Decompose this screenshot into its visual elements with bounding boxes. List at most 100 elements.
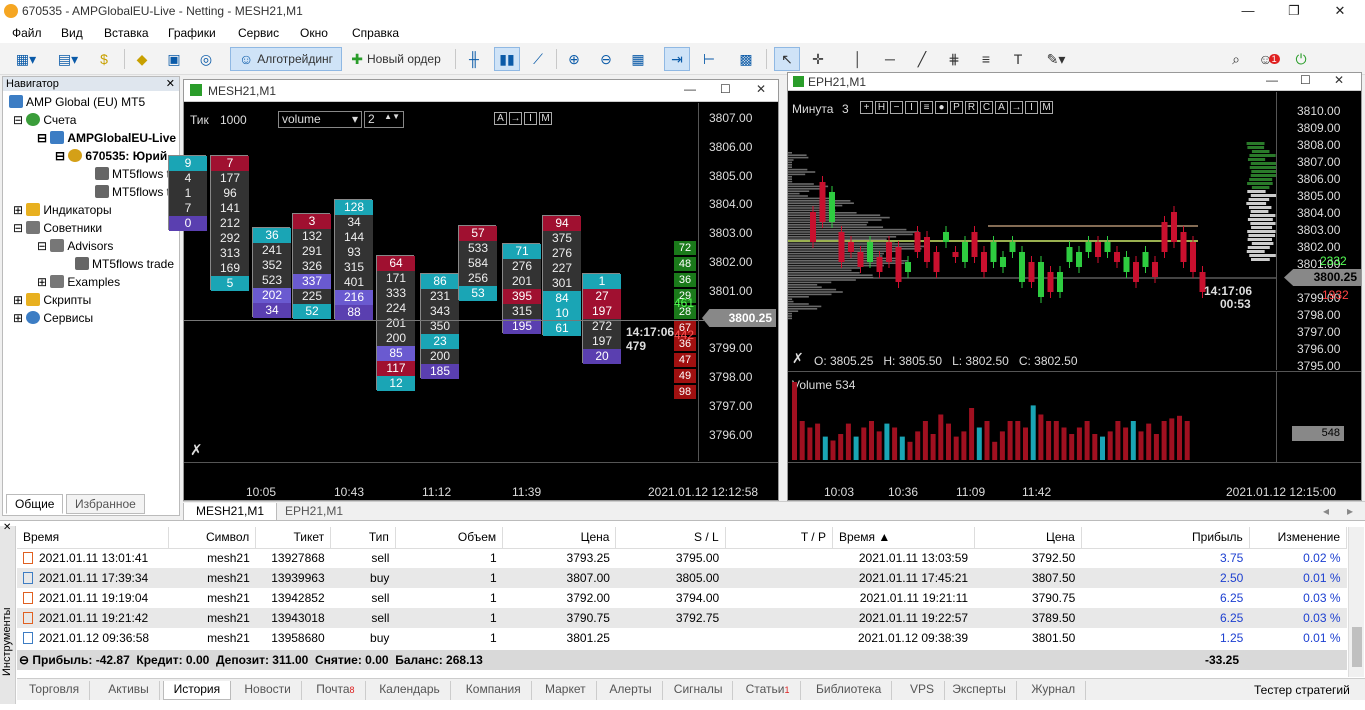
table-row[interactable]: 2021.01.11 17:39:34 mesh21 13939963 buy 1 380… bbox=[17, 568, 1347, 588]
bar-chart-button[interactable]: ╫ bbox=[462, 47, 486, 71]
scroll-left-icon[interactable]: ◂ bbox=[1323, 504, 1329, 518]
column-header[interactable]: Время ▲ bbox=[832, 527, 974, 548]
mode-select[interactable]: volume ▾ bbox=[278, 111, 362, 128]
tools-icon[interactable]: ✗ bbox=[792, 350, 804, 367]
menu-insert[interactable]: Вставка bbox=[104, 26, 149, 40]
navigator-close-icon[interactable]: ✕ bbox=[166, 77, 175, 91]
chart-minimize-button[interactable]: — bbox=[1266, 73, 1278, 87]
autoscroll-button[interactable]: ⇥ bbox=[664, 47, 690, 71]
tab-3[interactable]: Новости bbox=[234, 681, 301, 700]
chart-tool-button[interactable]: → bbox=[509, 112, 522, 125]
collapse-icon[interactable]: ⊖ bbox=[19, 653, 32, 667]
toolbox-close-icon[interactable]: ✕ bbox=[3, 522, 11, 533]
menu-help[interactable]: Справка bbox=[352, 26, 399, 40]
column-header[interactable]: Тип bbox=[331, 527, 396, 548]
chart-area[interactable]: Минута 3 + H − I ≡ ● P R C A → I M 14:17:06 00:53 ✗ … bbox=[788, 92, 1361, 370]
nav-item-services[interactable]: ⊞ Сервисы bbox=[13, 311, 93, 325]
cluster-column[interactable]: 94170 bbox=[168, 155, 206, 230]
strategy-tester-button[interactable]: Тестер стратегий bbox=[1254, 683, 1350, 697]
nav-item-examples[interactable]: ⊞ Examples bbox=[37, 275, 120, 289]
column-header[interactable]: T / P bbox=[725, 527, 832, 548]
table-row[interactable]: 2021.01.12 09:36:58 mesh21 13958680 buy 1 380… bbox=[17, 628, 1347, 648]
tab-8[interactable]: Алерты bbox=[599, 681, 662, 700]
tab-10[interactable]: Статьи1 bbox=[736, 681, 801, 700]
nav-item-advisors[interactable]: ⊟ Advisors bbox=[37, 239, 113, 253]
tab-9[interactable]: Сигналы bbox=[664, 681, 734, 700]
close-button[interactable]: ✕ bbox=[1317, 0, 1363, 23]
tools-icon[interactable]: ✗ bbox=[190, 441, 203, 459]
tab-5[interactable]: Календарь bbox=[369, 681, 451, 700]
nav-item-expert-1[interactable]: MT5flows tr bbox=[95, 167, 174, 181]
tab-4[interactable]: Почта8 bbox=[306, 681, 365, 700]
column-header[interactable]: Объем bbox=[395, 527, 502, 548]
chart-tool-button[interactable]: I bbox=[524, 112, 537, 125]
connection-status[interactable]: ⏻ bbox=[1290, 47, 1312, 71]
vertical-scrollbar[interactable] bbox=[1348, 527, 1364, 677]
cluster-column[interactable]: 57 533 584 256 53 bbox=[458, 225, 496, 300]
column-header[interactable]: Цена bbox=[974, 527, 1081, 548]
column-header[interactable]: S / L bbox=[616, 527, 725, 548]
chart-minimize-button[interactable]: — bbox=[684, 82, 696, 96]
tab-6[interactable]: Компания bbox=[456, 681, 532, 700]
menu-view[interactable]: Вид bbox=[61, 26, 83, 40]
tab-0[interactable]: Торговля bbox=[19, 681, 90, 700]
nav-item-accounts[interactable]: ⊟ Счета bbox=[13, 113, 76, 127]
nav-item-indicators[interactable]: ⊞ Индикаторы bbox=[13, 203, 112, 217]
table-row[interactable]: 2021.01.11 19:21:42 mesh21 13943018 sell 1 37… bbox=[17, 608, 1347, 628]
tab-chart-mesh21[interactable]: MESH21,M1 bbox=[183, 503, 277, 521]
menu-window[interactable]: Окно bbox=[300, 26, 328, 40]
cursor-button[interactable]: ↖ bbox=[774, 47, 800, 71]
column-header[interactable]: Время bbox=[17, 527, 169, 548]
chart-area[interactable]: Тик 1000 volume ▾ 2 ▲▼ A → I M 9 4 1 7 0 7 177 96 141… bbox=[184, 103, 778, 461]
line-chart-button[interactable]: ⟋ bbox=[526, 47, 550, 71]
tile-windows-button[interactable]: ▦ bbox=[626, 47, 650, 71]
nav-item-server[interactable]: ⊟ AMPGlobalEU-Live bbox=[37, 131, 176, 145]
menu-charts[interactable]: Графики bbox=[168, 26, 216, 40]
chart-shift-button[interactable]: ⊢ bbox=[696, 47, 722, 71]
tab-1[interactable]: Активы bbox=[98, 681, 160, 700]
new-chart-button[interactable]: ▦▾ bbox=[8, 47, 44, 71]
zoom-out-button[interactable]: ⊖ bbox=[594, 47, 618, 71]
trend-line-button[interactable]: ╱ bbox=[910, 47, 934, 71]
table-row[interactable]: 2021.01.11 13:01:41 mesh21 13927868 sell 1 37… bbox=[17, 548, 1347, 568]
tab-13[interactable]: Эксперты bbox=[942, 681, 1017, 700]
vertical-line-button[interactable]: │ bbox=[846, 47, 870, 71]
shapes-button[interactable]: ✎▾ bbox=[1038, 47, 1074, 71]
cluster-column[interactable]: 3 132 291 326 337 225 52 bbox=[292, 213, 330, 318]
mode-stepper[interactable]: 2 ▲▼ bbox=[364, 111, 404, 128]
menu-file[interactable]: Файл bbox=[12, 26, 42, 40]
cluster-column[interactable]: 86 231 343 350 23 200 185 bbox=[420, 273, 458, 378]
cluster-column[interactable]: 7 177 96 141 212 292 313 169 5 bbox=[210, 155, 248, 290]
menu-tools[interactable]: Сервис bbox=[238, 26, 279, 40]
algo-trading-button[interactable]: ☺ Алготрейдинг bbox=[230, 47, 342, 71]
chart-tool-button[interactable]: M bbox=[539, 112, 552, 125]
nav-item-experts[interactable]: ⊟ Советники bbox=[13, 221, 102, 235]
signals-button[interactable]: ◎ bbox=[194, 47, 218, 71]
cluster-column[interactable]: 1 27 197 272 197 20 bbox=[582, 273, 620, 363]
tab-favorites[interactable]: Избранное bbox=[66, 494, 145, 514]
nav-item-scripts[interactable]: ⊞ Скрипты bbox=[13, 293, 91, 307]
chart-close-button[interactable]: ✕ bbox=[1334, 73, 1344, 87]
cluster-column[interactable]: 94 375 276 227 301 84 10 61 bbox=[542, 215, 580, 335]
chart-tool-button[interactable]: A bbox=[494, 112, 507, 125]
zoom-in-button[interactable]: ⊕ bbox=[562, 47, 586, 71]
candles-button[interactable]: ▮▮ bbox=[494, 47, 520, 71]
cluster-column[interactable]: 64 171 333 224 201 200 85 117 12 bbox=[376, 255, 414, 390]
cluster-column[interactable]: 128 34 144 93 315 401 216 88 bbox=[334, 199, 372, 319]
tab-general[interactable]: Общие bbox=[6, 494, 63, 514]
column-header[interactable]: Символ bbox=[169, 527, 256, 548]
equidistant-channel-button[interactable]: ⋕ bbox=[942, 47, 966, 71]
volume-pane[interactable]: Volume 534 548 bbox=[788, 371, 1361, 461]
scroll-right-icon[interactable]: ▸ bbox=[1347, 504, 1353, 518]
column-header[interactable]: Прибыль bbox=[1081, 527, 1249, 548]
crosshair-button[interactable]: ✛ bbox=[806, 47, 830, 71]
column-header[interactable]: Изменение bbox=[1249, 527, 1346, 548]
table-row[interactable]: 2021.01.11 19:19:04 mesh21 13942852 sell 1 37… bbox=[17, 588, 1347, 608]
horizontal-line-button[interactable]: ─ bbox=[878, 47, 902, 71]
chart-close-button[interactable]: ✕ bbox=[756, 82, 766, 96]
new-order-button[interactable]: ✚ Новый ордер bbox=[345, 47, 447, 71]
market-watch-button[interactable]: $ bbox=[92, 47, 116, 71]
search-button[interactable]: ⌕ bbox=[1224, 47, 1248, 71]
text-button[interactable]: T bbox=[1006, 47, 1030, 71]
tab-12[interactable]: VPS bbox=[900, 681, 945, 700]
